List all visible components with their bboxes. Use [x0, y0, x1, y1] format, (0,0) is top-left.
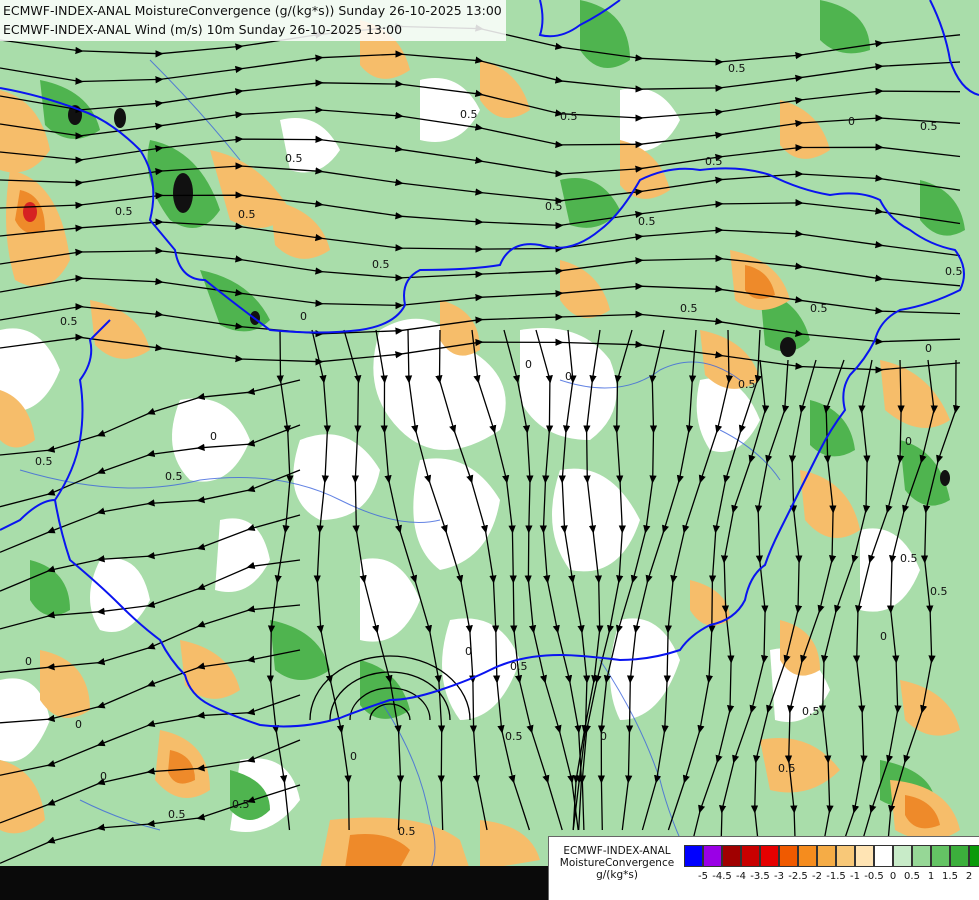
legend-title-model: ECMWF-INDEX-ANAL — [563, 845, 671, 857]
legend-tick-label: 1.5 — [942, 871, 958, 882]
contour-label: 0.5 — [705, 155, 723, 168]
contour-label: 0 — [565, 370, 572, 383]
contour-label: 0 — [848, 115, 855, 128]
contour-label: 0.5 — [545, 200, 563, 213]
legend-swatch — [684, 845, 703, 867]
legend-swatch — [741, 845, 760, 867]
contour-label: 0.5 — [738, 378, 756, 391]
legend-swatch — [893, 845, 912, 867]
legend-swatch — [703, 845, 722, 867]
legend-swatch — [817, 845, 836, 867]
legend-tick-label: -5 — [698, 871, 708, 882]
legend-tick-label: -3 — [774, 871, 784, 882]
legend-tick-label: -4 — [736, 871, 746, 882]
contour-label: 0 — [600, 730, 607, 743]
contour-label: 0 — [75, 718, 82, 731]
contour-label: 0.5 — [920, 120, 938, 133]
contour-label: 0.5 — [810, 302, 828, 315]
legend-swatch — [969, 845, 979, 867]
contour-label: 0.5 — [728, 62, 746, 75]
contour-label: 0.5 — [930, 585, 948, 598]
map-view[interactable]: 0.5 0.5 0.5 0.5 0.5 0.5 0.5 0.5 0.5 0.5 0.5 0.5 0.5 0… — [0, 0, 979, 900]
contour-label: 0.5 — [460, 108, 478, 121]
legend-color-bar — [684, 845, 979, 867]
legend-tick-label: 1 — [927, 871, 935, 882]
contour-label: 0 — [925, 342, 932, 355]
legend-swatch — [855, 845, 874, 867]
title-wind: ECMWF-INDEX-ANAL Wind (m/s) 10m Sunday 2… — [3, 22, 403, 37]
contour-label: 0.5 — [900, 552, 918, 565]
legend-swatch — [760, 845, 779, 867]
legend-tick-label: -1.5 — [826, 871, 846, 882]
legend-title-unit: g/(kg*s) — [596, 869, 638, 881]
legend-swatch — [836, 845, 855, 867]
legend-tick-label: -2.5 — [788, 871, 808, 882]
contour-label: 0.5 — [802, 705, 820, 718]
legend-tick-label: 2 — [965, 871, 973, 882]
legend-swatch — [798, 845, 817, 867]
legend-swatch — [874, 845, 893, 867]
legend-tick-label: 0.5 — [904, 871, 920, 882]
contour-label: 0.5 — [168, 808, 186, 821]
legend-swatch — [722, 845, 741, 867]
legend-swatch — [779, 845, 798, 867]
legend-tick-label: -0.5 — [864, 871, 884, 882]
legend-tick-label: -3.5 — [750, 871, 770, 882]
contour-label: 0.5 — [35, 455, 53, 468]
contour-label: 0.5 — [638, 215, 656, 228]
contour-label: 0.5 — [560, 110, 578, 123]
contour-label: 0.5 — [505, 730, 523, 743]
contour-label: 0.5 — [232, 798, 250, 811]
color-legend: ECMWF-INDEX-ANAL MoistureConvergence g/(… — [548, 836, 979, 900]
contour-label: 0.5 — [115, 205, 133, 218]
contour-label: 0.5 — [372, 258, 390, 271]
contour-label: 0 — [465, 645, 472, 658]
map-canvas: 0.5 0.5 0.5 0.5 0.5 0.5 0.5 0.5 0.5 0.5 0.5 0.5 0.5 0… — [0, 0, 979, 900]
legend-ticks: -5 -4.5 -4 -3.5 -3 -2.5 -2 -1.5 -1 -0.5 0 0.5 1 1.5 2 — [684, 871, 979, 885]
contour-label: 0 — [300, 310, 307, 323]
legend-tick-label: -4.5 — [712, 871, 732, 882]
contour-label: 0 — [210, 430, 217, 443]
legend-swatch — [931, 845, 950, 867]
legend-tick-label: -1 — [850, 871, 860, 882]
map-title-box: ECMWF-INDEX-ANAL MoistureConvergence (g/… — [0, 0, 506, 41]
contour-label: 0 — [525, 358, 532, 371]
contour-label: 0.5 — [398, 825, 416, 838]
legend-title: ECMWF-INDEX-ANAL MoistureConvergence g/(… — [552, 845, 682, 881]
contour-label: 0.5 — [285, 152, 303, 165]
contour-label: 0.5 — [165, 470, 183, 483]
contour-label: 0 — [25, 655, 32, 668]
legend-swatch — [950, 845, 969, 867]
title-moisture-convergence: ECMWF-INDEX-ANAL MoistureConvergence (g/… — [3, 3, 502, 18]
legend-tick-label: -2 — [812, 871, 822, 882]
contour-label: 0 — [100, 770, 107, 783]
legend-title-variable: MoistureConvergence — [559, 857, 675, 869]
contour-label: 0.5 — [680, 302, 698, 315]
contour-label: 0 — [350, 750, 357, 763]
contour-label: 0.5 — [60, 315, 78, 328]
legend-tick-label: 0 — [889, 871, 897, 882]
contour-label: 0.5 — [238, 208, 256, 221]
contour-label: 0.5 — [510, 660, 528, 673]
legend-swatch — [912, 845, 931, 867]
contour-label: 0 — [905, 435, 912, 448]
contour-label: 0.5 — [945, 265, 963, 278]
contour-label: 0.5 — [778, 762, 796, 775]
contour-label: 0 — [880, 630, 887, 643]
